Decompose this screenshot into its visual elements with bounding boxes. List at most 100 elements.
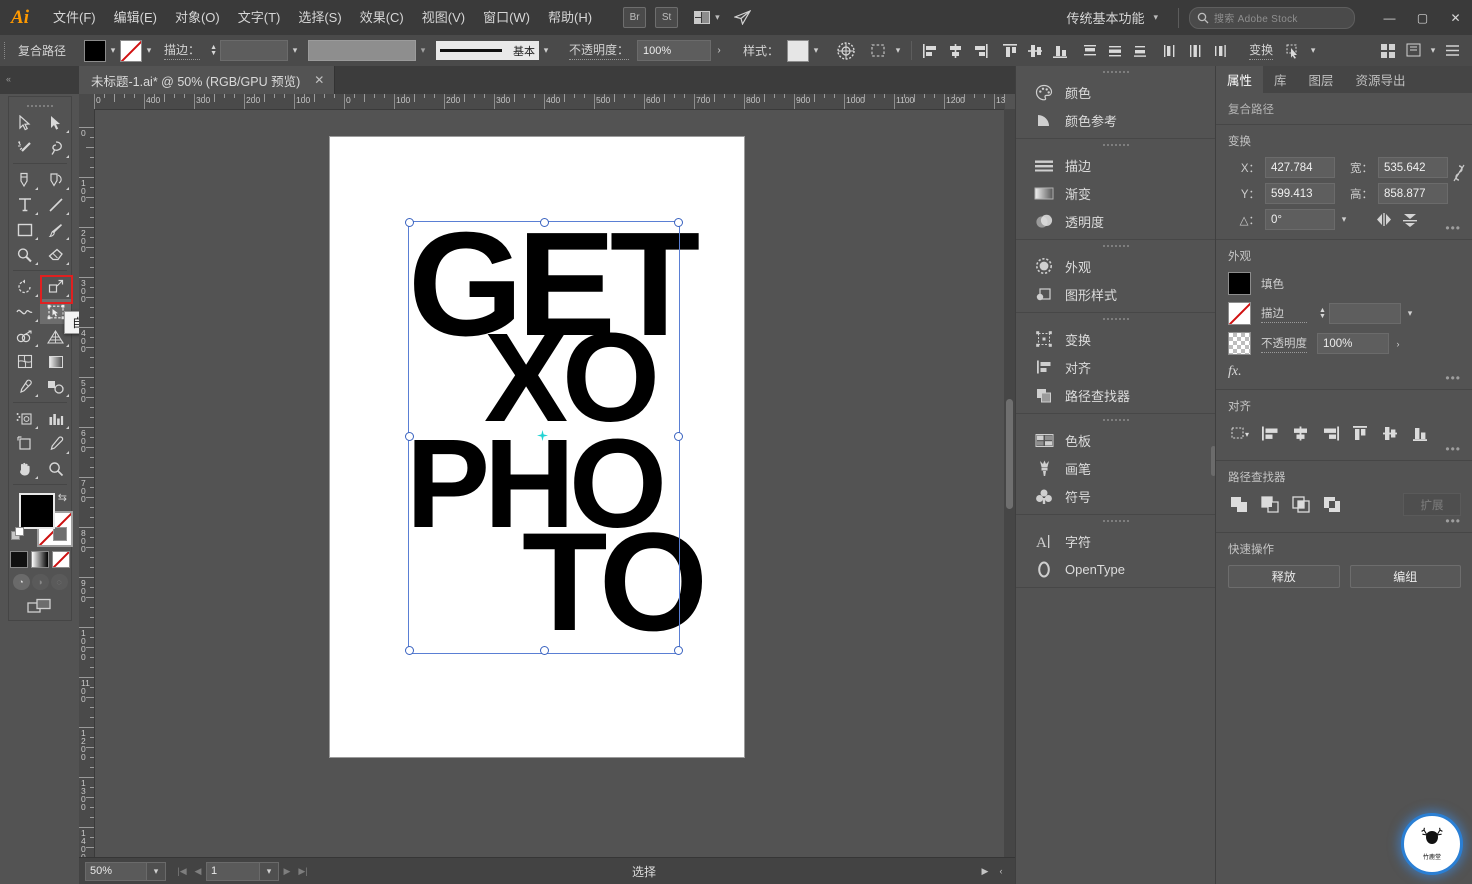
direct-selection-tool[interactable] [40, 110, 71, 135]
tab-properties[interactable]: 属性 [1216, 66, 1264, 93]
status-collapse-icon[interactable]: ‹ [993, 861, 1009, 881]
type-tool[interactable] [9, 192, 40, 217]
align-center-h-icon[interactable] [944, 39, 967, 63]
magic-wand-tool[interactable] [9, 135, 40, 160]
reference-point-selector[interactable] [1228, 163, 1232, 193]
maximize-button[interactable]: ▢ [1406, 1, 1439, 35]
distribute-right-icon[interactable] [1209, 39, 1232, 63]
dock-item-transform[interactable]: 变换 [1016, 325, 1216, 353]
artboard-tool[interactable] [9, 431, 40, 456]
stroke-swatch[interactable] [120, 39, 143, 62]
selection-handle-tc[interactable] [540, 218, 549, 227]
pathfinder-more-options-icon[interactable]: ••• [1445, 514, 1461, 528]
paintbrush-tool[interactable] [40, 217, 71, 242]
appearance-stroke-input[interactable] [1329, 303, 1401, 324]
color-mode-none[interactable] [52, 551, 70, 568]
dock-item-transparency[interactable]: 透明度 [1016, 207, 1216, 235]
appearance-more-options-icon[interactable]: ••• [1445, 371, 1461, 385]
selection-handle-mr[interactable] [674, 432, 683, 441]
align-center-v-icon[interactable] [1024, 39, 1047, 63]
zoom-level-input[interactable]: 50% [85, 861, 147, 881]
opacity-expand-icon[interactable]: › [711, 41, 727, 60]
curvature-tool[interactable] [40, 167, 71, 192]
stroke-weight-input[interactable] [220, 40, 289, 61]
selection-handle-tr[interactable] [674, 218, 683, 227]
scale-tool[interactable] [40, 274, 71, 299]
stroke-profile-chevron-icon[interactable]: ▾ [416, 41, 430, 61]
draw-normal-icon[interactable]: ◔ [12, 574, 30, 590]
share-icon[interactable] [733, 10, 751, 25]
swap-fill-stroke-icon[interactable]: ⇆ [58, 491, 67, 504]
dock-item-swatches[interactable]: 色板 [1016, 426, 1216, 454]
artboard-chevron-icon[interactable]: ▾ [260, 861, 279, 881]
brush-definition-select[interactable]: 基本 [436, 41, 540, 60]
canvas-area[interactable]: 0 400 300 200 100 0 100 200 300 400 500 600 700 800 90… [79, 94, 1015, 884]
dock-grip[interactable] [1016, 414, 1216, 426]
canvas-vertical-scrollbar[interactable] [1004, 109, 1015, 858]
bridge-icon[interactable]: Br [623, 7, 647, 28]
appearance-stroke-stepper[interactable]: ▲ ▼ [1317, 304, 1328, 323]
align-center-h-icon[interactable] [1288, 422, 1313, 444]
mesh-tool[interactable] [9, 349, 40, 374]
dock-grip[interactable] [1016, 515, 1216, 527]
previous-artboard-button[interactable]: ◀ [190, 861, 206, 881]
align-left-icon[interactable] [919, 39, 942, 63]
brush-chevron-icon[interactable]: ▾ [539, 41, 553, 61]
dock-grip[interactable] [1016, 66, 1216, 78]
align-right-icon[interactable] [969, 39, 992, 63]
selection-handle-ml[interactable] [405, 432, 414, 441]
menu-edit[interactable]: 编辑(E) [105, 0, 166, 35]
fill-chevron-icon[interactable]: ▾ [106, 41, 120, 61]
dock-grip[interactable] [1016, 139, 1216, 151]
status-message[interactable]: 选择 [311, 863, 977, 880]
transform-anchor-point-icon[interactable] [537, 430, 548, 441]
stroke-chevron-icon[interactable]: ▾ [142, 41, 156, 61]
dock-item-graphic-styles[interactable]: 图形样式 [1016, 280, 1216, 308]
eyedropper-tool[interactable] [9, 374, 40, 399]
menu-file[interactable]: 文件(F) [44, 0, 105, 35]
dock-item-color[interactable]: 颜色 [1016, 78, 1216, 106]
dock-item-symbols[interactable]: 符号 [1016, 482, 1216, 510]
eraser-tool[interactable] [40, 242, 71, 267]
height-input[interactable]: 858.877 [1378, 183, 1448, 204]
rectangle-tool[interactable] [9, 217, 40, 242]
reshape-icon[interactable] [1282, 39, 1305, 63]
align-more-options-icon[interactable]: ••• [1445, 442, 1461, 456]
width-tool[interactable] [9, 299, 40, 324]
align-top-icon[interactable] [999, 39, 1022, 63]
dock-item-brushes[interactable]: 画笔 [1016, 454, 1216, 482]
distribute-top-icon[interactable] [1079, 39, 1102, 63]
add-effect-button[interactable]: fx. [1228, 362, 1461, 380]
appearance-fill-swatch[interactable] [1228, 272, 1251, 295]
appearance-stroke-chevron-icon[interactable]: ▾ [1401, 303, 1419, 324]
selection-handle-tl[interactable] [405, 218, 414, 227]
first-artboard-button[interactable]: |◀ [174, 861, 190, 881]
document-tab[interactable]: 未标题-1.ai* @ 50% (RGB/GPU 预览) ✕ [79, 66, 336, 94]
close-button[interactable]: ✕ [1439, 1, 1472, 35]
tab-libraries[interactable]: 库 [1263, 66, 1298, 93]
menu-window[interactable]: 窗口(W) [474, 0, 539, 35]
intersect-icon[interactable] [1290, 494, 1312, 516]
vertical-ruler[interactable]: 0 100 200 300 400 500 600 700 800 900 1000 1100 1200… [79, 109, 95, 858]
reshape-chevron-icon[interactable]: ▾ [1306, 41, 1320, 61]
select-similar-chevron-icon[interactable]: ▾ [891, 41, 905, 61]
hand-tool[interactable] [9, 456, 40, 481]
last-artboard-button[interactable]: ▶| [295, 861, 311, 881]
document-setup-icon[interactable] [1402, 39, 1425, 63]
lasso-tool[interactable] [40, 135, 71, 160]
control-bar-grip[interactable] [0, 35, 10, 66]
symbol-sprayer-tool[interactable] [9, 406, 40, 431]
dock-item-gradient[interactable]: 渐变 [1016, 179, 1216, 207]
appearance-opacity-input[interactable]: 100% [1317, 333, 1389, 354]
appearance-opacity-swatch[interactable] [1228, 332, 1251, 355]
zoom-tool[interactable] [40, 456, 71, 481]
angle-input[interactable]: 0° [1265, 209, 1335, 230]
align-bottom-icon[interactable] [1408, 422, 1433, 444]
constrain-proportions-icon[interactable] [1452, 163, 1466, 183]
search-stock-input[interactable]: 搜索 Adobe Stock [1189, 6, 1355, 29]
draw-inside-icon[interactable]: ◌ [50, 574, 68, 590]
fill-swatch[interactable] [84, 39, 107, 62]
arrange-documents-icon[interactable]: ▾ [694, 11, 720, 24]
selection-handle-bl[interactable] [405, 646, 414, 655]
appearance-stroke-swatch[interactable] [1228, 302, 1251, 325]
